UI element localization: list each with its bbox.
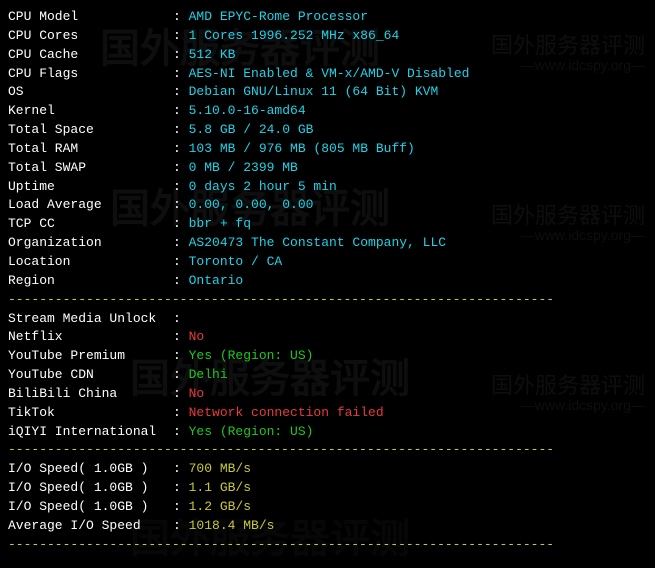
value: No [189,386,205,401]
value: 1.2 GB/s [189,499,251,514]
label: Region [8,272,173,291]
label: Kernel [8,102,173,121]
row-youtube-premium: YouTube Premium: Yes (Region: US) [8,347,647,366]
value: 5.8 GB / 24.0 GB [189,122,314,137]
row-netflix: Netflix: No [8,328,647,347]
row-kernel: Kernel: 5.10.0-16-amd64 [8,102,647,121]
value: AES-NI Enabled & VM-x/AMD-V Disabled [189,66,470,81]
row-total-swap: Total SWAP: 0 MB / 2399 MB [8,159,647,178]
label: Average I/O Speed [8,517,173,536]
label: Uptime [8,178,173,197]
value: 700 MB/s [189,461,251,476]
label: TCP CC [8,215,173,234]
value: bbr + fq [189,216,251,231]
label: I/O Speed( 1.0GB ) [8,479,173,498]
label: OS [8,83,173,102]
row-cpu-model: CPU Model: AMD EPYC-Rome Processor [8,8,647,27]
row-stream-header: Stream Media Unlock: [8,310,647,329]
value: Delhi [189,367,228,382]
value: 0 MB / 2399 MB [189,160,298,175]
value: 1018.4 MB/s [189,518,275,533]
label: Total RAM [8,140,173,159]
row-youtube-cdn: YouTube CDN: Delhi [8,366,647,385]
value: Debian GNU/Linux 11 (64 Bit) KVM [189,84,439,99]
value: Toronto / CA [189,254,283,269]
value: 1.1 GB/s [189,480,251,495]
label: TikTok [8,404,173,423]
row-cpu-flags: CPU Flags: AES-NI Enabled & VM-x/AMD-V D… [8,65,647,84]
value: Ontario [189,273,244,288]
value: No [189,329,205,344]
row-os: OS: Debian GNU/Linux 11 (64 Bit) KVM [8,83,647,102]
divider: ----------------------------------------… [8,536,647,555]
row-total-space: Total Space: 5.8 GB / 24.0 GB [8,121,647,140]
label: Location [8,253,173,272]
row-io-avg: Average I/O Speed: 1018.4 MB/s [8,517,647,536]
label: Total SWAP [8,159,173,178]
label: YouTube CDN [8,366,173,385]
value: Network connection failed [189,405,384,420]
label: iQIYI International [8,423,173,442]
row-cpu-cores: CPU Cores: 1 Cores 1996.252 MHz x86_64 [8,27,647,46]
row-organization: Organization: AS20473 The Constant Compa… [8,234,647,253]
row-tiktok: TikTok: Network connection failed [8,404,647,423]
value: 512 KB [189,47,236,62]
value: 1 Cores 1996.252 MHz x86_64 [189,28,400,43]
value: 103 MB / 976 MB (805 MB Buff) [189,141,415,156]
label: I/O Speed( 1.0GB ) [8,460,173,479]
value: Yes (Region: US) [189,348,314,363]
row-total-ram: Total RAM: 103 MB / 976 MB (805 MB Buff) [8,140,647,159]
label: Organization [8,234,173,253]
value: AMD EPYC-Rome Processor [189,9,368,24]
value: 5.10.0-16-amd64 [189,103,306,118]
row-uptime: Uptime: 0 days 2 hour 5 min [8,178,647,197]
label: Stream Media Unlock [8,310,173,329]
label: Load Average [8,196,173,215]
row-load-average: Load Average: 0.00, 0.00, 0.00 [8,196,647,215]
value: 0 days 2 hour 5 min [189,179,337,194]
row-cpu-cache: CPU Cache: 512 KB [8,46,647,65]
label: I/O Speed( 1.0GB ) [8,498,173,517]
divider: ----------------------------------------… [8,441,647,460]
value: AS20473 The Constant Company, LLC [189,235,446,250]
label: CPU Flags [8,65,173,84]
row-region: Region: Ontario [8,272,647,291]
row-bilibili: BiliBili China: No [8,385,647,404]
row-location: Location: Toronto / CA [8,253,647,272]
label: CPU Model [8,8,173,27]
row-tcp-cc: TCP CC: bbr + fq [8,215,647,234]
label: Total Space [8,121,173,140]
row-iqiyi: iQIYI International: Yes (Region: US) [8,423,647,442]
label: Netflix [8,328,173,347]
value: Yes (Region: US) [189,424,314,439]
label: YouTube Premium [8,347,173,366]
row-io-2: I/O Speed( 1.0GB ): 1.1 GB/s [8,479,647,498]
terminal-output: CPU Model: AMD EPYC-Rome Processor CPU C… [8,8,647,554]
label: BiliBili China [8,385,173,404]
divider: ----------------------------------------… [8,291,647,310]
row-io-3: I/O Speed( 1.0GB ): 1.2 GB/s [8,498,647,517]
label: CPU Cores [8,27,173,46]
row-io-1: I/O Speed( 1.0GB ): 700 MB/s [8,460,647,479]
label: CPU Cache [8,46,173,65]
value: 0.00, 0.00, 0.00 [189,197,314,212]
